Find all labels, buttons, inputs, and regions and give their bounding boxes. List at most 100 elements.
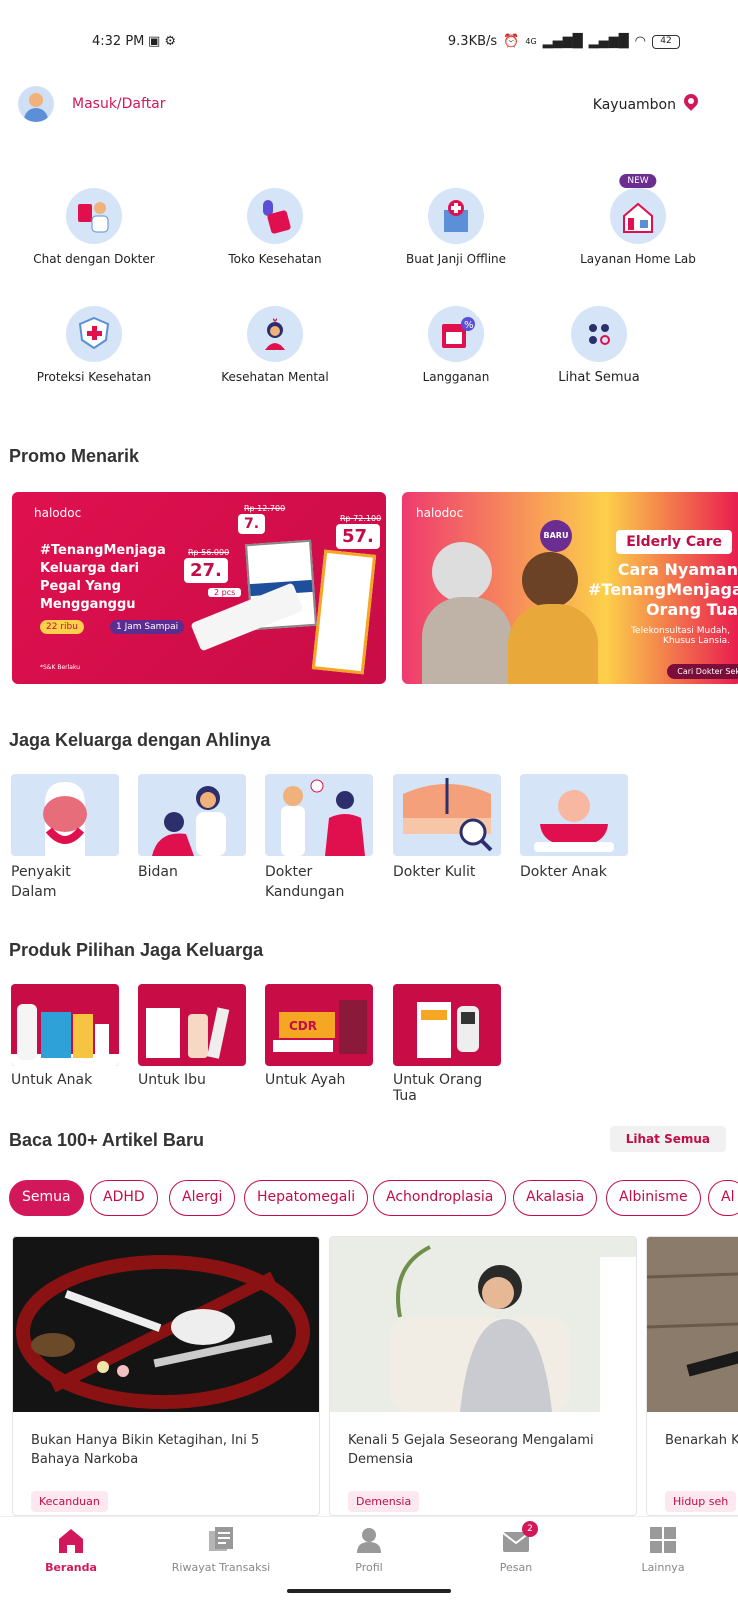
- message-count-badge: 2: [522, 1521, 538, 1537]
- specialist-dermatologist[interactable]: Dokter Kulit: [393, 774, 501, 882]
- chip-all[interactable]: Semua: [9, 1180, 84, 1216]
- message-icon: 2: [502, 1521, 538, 1553]
- article-card-drugs[interactable]: Bukan Hanya Bikin Ketagihan, Ini 5 Bahay…: [12, 1236, 320, 1516]
- skin-illustration: [393, 774, 501, 856]
- elderly-note: Telekonsultasi Mudah, Khusus Lansia.: [631, 626, 730, 646]
- specialist-obgyn[interactable]: Dokter Kandungan: [265, 774, 373, 902]
- nav-messages[interactable]: 2 Pesan: [441, 1521, 591, 1574]
- service-health-protection[interactable]: Proteksi Kesehatan: [9, 306, 179, 384]
- article-tag[interactable]: Demensia: [348, 1491, 420, 1512]
- drugs-photo: [13, 1237, 319, 1412]
- product-for-father[interactable]: CDR Untuk Ayah: [265, 984, 373, 1088]
- gesture-home-bar[interactable]: [287, 1589, 451, 1593]
- nav-profile[interactable]: Profil: [294, 1527, 444, 1574]
- service-offline-appointment[interactable]: Buat Janji Offline: [371, 188, 541, 266]
- price-pill: 22 ribu: [40, 620, 84, 634]
- svg-text:CDR: CDR: [289, 1019, 317, 1033]
- article-card-dementia[interactable]: Kenali 5 Gejala Seseorang Mengalami Deme…: [329, 1236, 637, 1516]
- article-tag[interactable]: Kecanduan: [31, 1491, 108, 1512]
- elderly-photo: [412, 512, 612, 684]
- service-mental-health[interactable]: Kesehatan Mental: [190, 306, 360, 384]
- elderly-care-title: Elderly Care: [616, 530, 732, 554]
- chip-allergy[interactable]: Alergi: [169, 1180, 236, 1216]
- product-voltaren: [311, 549, 377, 675]
- article-title: Bukan Hanya Bikin Ketagihan, Ini 5 Bahay…: [31, 1433, 260, 1467]
- obgyn-illustration: [265, 774, 373, 856]
- mental-health-icon: [247, 306, 303, 362]
- hospital-icon: [428, 188, 484, 244]
- service-chat-doctor[interactable]: Chat dengan Dokter: [9, 188, 179, 266]
- chip-more[interactable]: Al: [708, 1180, 738, 1216]
- chip-hepatomegaly[interactable]: Hepatomegali: [244, 1180, 369, 1216]
- home-lab-icon: NEW: [610, 174, 666, 244]
- service-health-store[interactable]: Toko Kesehatan: [190, 188, 360, 266]
- elderly-headline: Cara Nyaman #TenangMenjaga Orang Tua: [588, 560, 738, 619]
- halodoc-logo: halodoc: [34, 506, 82, 520]
- chip-achondroplasia[interactable]: Achondroplasia: [373, 1180, 507, 1216]
- network-speed: 9.3KB/s: [447, 34, 498, 49]
- articles-section-title: Baca 100+ Artikel Baru: [9, 1130, 204, 1150]
- price-2: 7.: [238, 514, 266, 534]
- shield-icon: [66, 306, 122, 362]
- chip-adhd[interactable]: ADHD: [90, 1180, 158, 1216]
- stomach-illustration: [11, 774, 119, 856]
- avatar[interactable]: [18, 86, 54, 122]
- signal-icon: ▂▄▆█: [542, 34, 583, 49]
- profile-icon: [355, 1527, 383, 1553]
- nav-transaction-history[interactable]: Riwayat Transaksi: [146, 1527, 296, 1574]
- terms-note: *S&K Berlaku: [40, 664, 81, 671]
- alarm-icon: ⏰: [503, 34, 520, 49]
- price-3: 57.: [336, 524, 380, 549]
- status-right: 9.3KB/s ⏰ 4G ▂▄▆█ ▂▄▆█ ◠ 42: [448, 34, 680, 49]
- status-bar: 4:32 PM ▣ ⚙ 9.3KB/s ⏰ 4G ▂▄▆█ ▂▄▆█ ◠ 42: [0, 0, 738, 70]
- product-for-parents[interactable]: Untuk Orang Tua: [393, 984, 501, 1104]
- service-see-all[interactable]: Lihat Semua: [514, 306, 684, 385]
- parents-products-image: [393, 984, 501, 1066]
- wood-photo: [647, 1237, 738, 1412]
- midwife-illustration: [138, 774, 246, 856]
- product-for-mother[interactable]: Untuk Ibu: [138, 984, 246, 1088]
- new-badge: NEW: [619, 174, 657, 188]
- chip-achalasia[interactable]: Akalasia: [513, 1180, 598, 1216]
- baby-illustration: [520, 774, 628, 856]
- article-card-chemical[interactable]: Benarkah Kimia Berb Hidup seh: [646, 1236, 738, 1516]
- promo-banner-elderly[interactable]: halodoc BARU Elderly Care Cara Nyaman #T…: [402, 492, 738, 684]
- status-time: 4:32 PM: [92, 34, 145, 49]
- promo-headline: #TenangMenjaga Keluarga dari Pegal Yang …: [40, 543, 166, 612]
- battery-icon: 42: [652, 34, 680, 49]
- specialist-midwife[interactable]: Bidan: [138, 774, 246, 882]
- new-badge-baru: BARU: [540, 520, 572, 552]
- history-icon: [207, 1527, 235, 1553]
- products-section-title: Produk Pilihan Jaga Keluarga: [9, 940, 264, 960]
- signal-icon-2: ▂▄▆█: [588, 34, 629, 49]
- specialist-pediatrician[interactable]: Dokter Anak: [520, 774, 628, 882]
- home-screen: 4:32 PM ▣ ⚙ 9.3KB/s ⏰ 4G ▂▄▆█ ▂▄▆█ ◠ 42 …: [0, 0, 738, 1600]
- doctor-icon: [66, 188, 122, 244]
- network-type: 4G: [525, 37, 537, 46]
- father-products-image: CDR: [265, 984, 373, 1066]
- location-pin-icon[interactable]: [681, 91, 701, 111]
- location-label[interactable]: Kayuambon: [593, 97, 676, 113]
- halodoc-logo-2: halodoc: [416, 506, 464, 520]
- home-icon: [57, 1527, 85, 1553]
- article-tag[interactable]: Hidup seh: [665, 1491, 737, 1512]
- promo-banner-pegal[interactable]: halodoc #TenangMenjaga Keluarga dari Peg…: [12, 492, 386, 684]
- product-for-child[interactable]: Untuk Anak: [11, 984, 119, 1088]
- nav-more[interactable]: Lainnya: [588, 1527, 738, 1574]
- grid-dots-icon: [571, 306, 627, 362]
- see-all-articles-button[interactable]: Lihat Semua: [609, 1126, 726, 1152]
- wifi-icon: ◠: [634, 34, 646, 49]
- service-home-lab[interactable]: NEW Layanan Home Lab: [553, 174, 723, 266]
- nav-home[interactable]: Beranda: [0, 1527, 146, 1574]
- article-title: Benarkah Kimia Berb: [665, 1433, 738, 1448]
- chip-albinism[interactable]: Albinisme: [606, 1180, 701, 1216]
- login-register-link[interactable]: Masuk/Daftar: [72, 96, 166, 112]
- more-grid-icon: [649, 1527, 677, 1553]
- specialists-section-title: Jaga Keluarga dengan Ahlinya: [9, 730, 271, 750]
- specialist-internal-medicine[interactable]: Penyakit Dalam: [11, 774, 119, 902]
- status-notification-icons: ▣ ⚙: [148, 34, 177, 49]
- child-products-image: [11, 984, 119, 1066]
- find-doctor-button[interactable]: Cari Dokter Sek: [667, 664, 738, 679]
- bottom-navigation: Beranda Riwayat Transaksi Profil 2 Pesan: [0, 1516, 738, 1600]
- medicine-icon: [247, 188, 303, 244]
